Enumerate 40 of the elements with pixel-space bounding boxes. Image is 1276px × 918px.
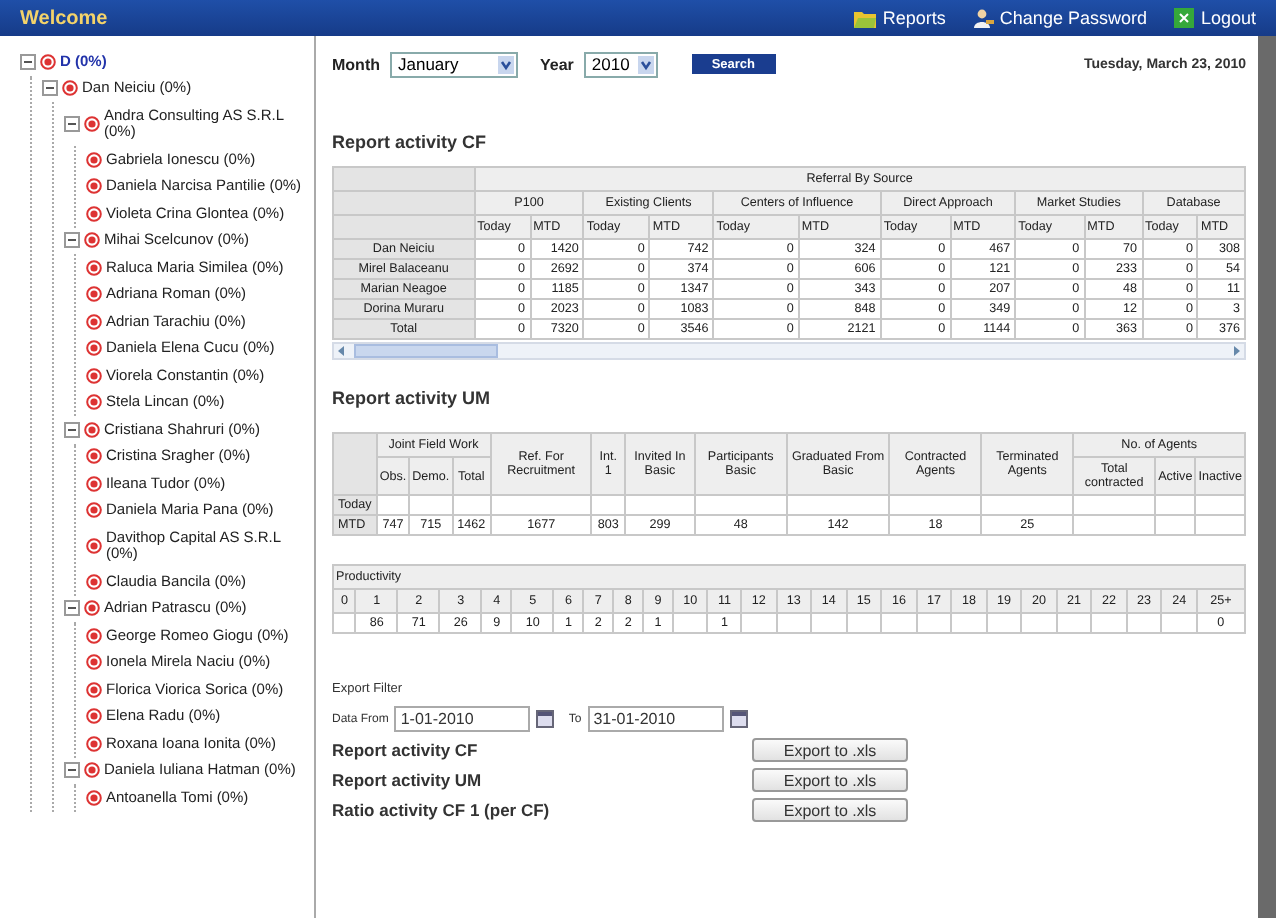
radio-icon [84, 116, 100, 132]
collapse-toggle[interactable] [64, 116, 80, 132]
radio-icon [86, 538, 102, 554]
header-link[interactable]: Change Password [973, 8, 1147, 28]
collapse-toggle[interactable] [20, 53, 36, 70]
left-arrow-icon [338, 346, 346, 356]
export-button[interactable]: Export to .xls [752, 768, 908, 792]
exit-icon [1174, 8, 1195, 28]
section-title: Report activity UM [332, 388, 493, 408]
export-button[interactable]: Export to .xls [752, 738, 908, 762]
select-value: January [398, 54, 459, 74]
collapse-toggle[interactable] [64, 232, 80, 249]
date-field[interactable]: 31-01-2010 [587, 706, 724, 732]
export-label: Report activity CF [332, 740, 480, 760]
select-value: 2010 [591, 54, 630, 74]
field-label: Year [540, 55, 574, 73]
vertical-scrollbar[interactable] [1258, 36, 1276, 918]
header-link[interactable]: Reports [854, 8, 946, 28]
date-field[interactable]: 1-01-2010 [394, 706, 531, 732]
section-title: Report activity CF [332, 132, 489, 152]
collapse-toggle[interactable] [64, 421, 80, 438]
calendar-icon[interactable] [536, 710, 555, 728]
collapse-toggle[interactable] [64, 762, 80, 779]
export-button[interactable]: Export to .xls [752, 798, 908, 822]
field-label: Month [332, 55, 380, 73]
right-arrow-icon [1232, 346, 1240, 356]
year-select[interactable]: 2010 [583, 51, 658, 77]
export-label: Ratio activity CF 1 (per CF) [332, 800, 552, 820]
page-title: Welcome [20, 7, 108, 29]
month-select[interactable]: January [390, 51, 518, 77]
horizontal-scrollbar[interactable] [332, 342, 1246, 360]
folder-icon [854, 9, 877, 27]
header-link[interactable]: Logout [1174, 8, 1256, 28]
caret-icon [498, 55, 514, 73]
collapse-toggle[interactable] [42, 80, 58, 97]
calendar-icon[interactable] [729, 710, 748, 728]
export-label: Report activity UM [332, 770, 484, 790]
person-icon [973, 8, 994, 28]
collapse-toggle[interactable] [64, 600, 80, 617]
caret-icon [637, 55, 654, 73]
